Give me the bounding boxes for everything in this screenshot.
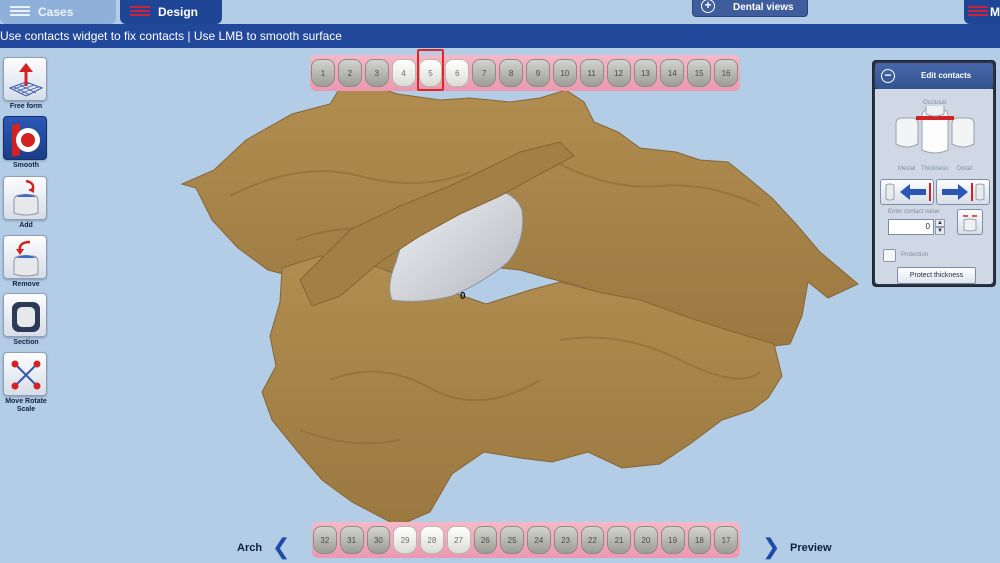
tool-label: Remove: [12, 281, 40, 288]
preview-label: Preview: [790, 542, 832, 554]
upper-tooth-16[interactable]: 16: [714, 59, 738, 87]
tab-cases[interactable]: Cases: [0, 0, 116, 24]
section-icon: [3, 293, 47, 337]
upper-tooth-7[interactable]: 7: [472, 59, 497, 87]
lower-tooth-21[interactable]: 21: [607, 526, 631, 554]
contact-depth-icon: [963, 215, 977, 232]
upper-tooth-8[interactable]: 8: [499, 59, 523, 87]
edit-contacts-panel: − Edit contacts Occlusal Mesial Thicknes…: [872, 60, 996, 287]
lower-tooth-25[interactable]: 25: [500, 526, 524, 554]
tab-menu[interactable]: Me: [964, 0, 1000, 24]
tool-smooth[interactable]: Smooth: [3, 116, 49, 170]
tool-remove[interactable]: Remove: [3, 235, 49, 289]
tool-label: Free form: [9, 103, 43, 110]
tab-design[interactable]: Design: [120, 0, 222, 24]
arrow-left-icon: [885, 183, 931, 201]
lower-tooth-29[interactable]: 29: [393, 526, 417, 554]
dental-views-label: Dental views: [733, 2, 794, 13]
lower-tooth-31[interactable]: 31: [339, 526, 364, 554]
tab-menu-label: Me: [990, 5, 1000, 19]
instruction-bar: Use contacts widget to fix contacts | Us…: [0, 24, 1000, 48]
lower-tooth-17[interactable]: 17: [714, 526, 738, 554]
lower-tooth-20[interactable]: 20: [634, 526, 658, 554]
arrow-right-icon: [942, 183, 985, 201]
lower-tooth-30[interactable]: 30: [366, 526, 391, 554]
arch-label: Arch: [237, 542, 263, 554]
panel-body: Occlusal Mesial Thickness Distal Enter c…: [875, 89, 993, 284]
tool-label: Section: [13, 339, 39, 346]
collapse-icon[interactable]: −: [881, 69, 895, 83]
mesial-label: Mesial: [898, 166, 916, 172]
lower-teeth-strip: 32 31 30 29 28 27 26 25 24 23 22 21 20 19 18 17: [312, 522, 740, 558]
contact-value-marker: 0: [460, 291, 466, 302]
upper-tooth-2[interactable]: 2: [337, 59, 362, 87]
upper-tooth-14[interactable]: 14: [660, 59, 685, 87]
cases-tab-icon: [10, 6, 30, 16]
enter-contact-value-label: Enter contact value: [888, 209, 940, 215]
dental-views-button[interactable]: + Dental views: [692, 0, 808, 17]
remove-material-icon: [3, 235, 47, 279]
add-material-icon: [3, 176, 47, 220]
plus-icon: +: [701, 0, 715, 13]
upper-tooth-12[interactable]: 12: [606, 59, 631, 87]
design-tab-icon: [130, 6, 150, 16]
protection-checkbox[interactable]: [883, 249, 896, 262]
upper-teeth-strip: 1 2 3 4 5 6 7 8 9 10 11 12 13 14 15 16: [310, 55, 740, 91]
next-chevron-icon[interactable]: ❯: [762, 536, 780, 558]
contact-view-icon[interactable]: [890, 106, 980, 166]
protect-thickness-button[interactable]: Protect thickness: [897, 267, 976, 284]
free-form-icon: [3, 57, 47, 101]
upper-tooth-9[interactable]: 9: [526, 59, 550, 87]
decrement-button[interactable]: ▼: [935, 227, 945, 235]
tool-label: Move Rotate Scale: [5, 398, 47, 413]
lower-tooth-26[interactable]: 26: [473, 526, 498, 554]
tab-cases-label: Cases: [38, 5, 74, 19]
contact-value-input[interactable]: 0: [888, 219, 934, 235]
protection-label: Protection: [901, 252, 929, 258]
lower-tooth-19[interactable]: 19: [660, 526, 685, 554]
tool-free-form[interactable]: Free form: [3, 57, 49, 111]
move-rotate-scale-icon: [3, 352, 47, 396]
lower-tooth-24[interactable]: 24: [527, 526, 551, 554]
move-right-button[interactable]: [936, 179, 990, 205]
tool-label: Smooth: [12, 162, 40, 169]
lower-tooth-22[interactable]: 22: [580, 526, 605, 554]
lower-tooth-27[interactable]: 27: [446, 526, 471, 554]
smooth-icon: [3, 116, 47, 160]
upper-tooth-6[interactable]: 6: [445, 59, 470, 87]
contact-depth-button[interactable]: [957, 209, 983, 235]
move-left-button[interactable]: [880, 179, 934, 205]
upper-tooth-1[interactable]: 1: [311, 59, 335, 87]
distal-label: Distal: [957, 166, 973, 172]
panel-header: − Edit contacts: [875, 63, 993, 89]
thickness-label: Thickness: [921, 166, 949, 172]
tool-add[interactable]: Add: [3, 176, 49, 230]
previous-chevron-icon[interactable]: ❮: [272, 536, 290, 558]
lower-tooth-28[interactable]: 28: [420, 526, 444, 554]
tab-design-label: Design: [158, 5, 199, 19]
lower-tooth-32[interactable]: 32: [313, 526, 337, 554]
upper-tooth-15[interactable]: 15: [687, 59, 712, 87]
upper-tooth-13[interactable]: 13: [633, 59, 658, 87]
increment-button[interactable]: ▲: [935, 219, 945, 227]
tool-section[interactable]: Section: [3, 293, 49, 347]
lower-tooth-23[interactable]: 23: [553, 526, 578, 554]
tool-label: Add: [19, 222, 33, 229]
selected-tooth-highlight: [416, 49, 445, 91]
upper-tooth-11[interactable]: 11: [579, 59, 604, 87]
menu-tab-icon: [968, 6, 988, 16]
upper-tooth-10[interactable]: 10: [552, 59, 577, 87]
tool-move-rotate-scale[interactable]: Move Rotate Scale: [3, 352, 49, 414]
lower-tooth-18[interactable]: 18: [687, 526, 712, 554]
upper-tooth-4[interactable]: 4: [391, 59, 416, 87]
upper-tooth-3[interactable]: 3: [364, 59, 389, 87]
panel-title: Edit contacts: [921, 71, 972, 80]
top-tab-bar: Cases Design + Dental views Me: [0, 0, 1000, 24]
